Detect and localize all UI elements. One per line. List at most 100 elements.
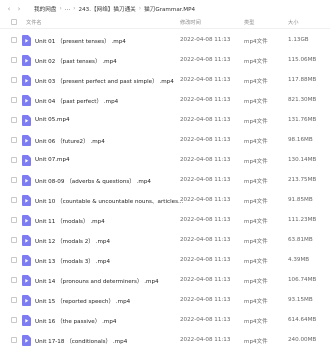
row-checkbox[interactable] [11,257,17,263]
file-type: mp4文件 [244,179,268,185]
file-list-header: 文件名 修改时间 类型 大小 [0,17,330,29]
file-row[interactable]: Unit 07.mp4 2022-04-08 11:13 mp4文件 130.14MB [0,151,330,171]
row-checkbox[interactable] [11,177,17,183]
video-file-icon [22,175,31,186]
file-row[interactable]: Unit 16 （the passive） .mp4 2022-04-08 11:… [0,311,330,331]
file-row[interactable]: Unit 08-09 （adverbs & questions） .mp4 202… [0,171,330,191]
file-modified-date: 2022-04-08 11:13 [180,157,231,163]
file-size: 93.15MB [288,297,313,303]
file-name[interactable]: Unit 16 （the passive） .mp4 [35,317,116,325]
chevron-left-icon[interactable]: ‹ [4,3,14,15]
file-size: 130.14MB [288,157,317,163]
file-type: mp4文件 [244,239,268,245]
file-row[interactable]: Unit 15 （reported speech） .mp4 2022-04-08… [0,291,330,311]
file-size: 821.30MB [288,97,317,103]
file-row[interactable]: Unit 01 （present tenses） .mp4 2022-04-08 … [0,31,330,51]
file-modified-date: 2022-04-08 11:13 [180,117,231,123]
file-modified-date: 2022-04-08 11:13 [180,217,231,223]
video-file-icon [22,315,31,326]
file-name[interactable]: Unit 01 （present tenses） .mp4 [35,37,126,45]
file-row[interactable]: Unit 06 （future2） .mp4 2022-04-08 11:13 mp… [0,131,330,151]
file-type: mp4文件 [244,39,268,45]
file-name[interactable]: Unit 02 （past tenses） .mp4 [35,57,117,65]
breadcrumb-item[interactable]: 我的网盘 [34,5,56,13]
file-size: 131.76MB [288,117,317,123]
column-header-type[interactable]: 类型 [244,19,254,26]
breadcrumb-separator: › [138,5,142,12]
file-name[interactable]: Unit 07.mp4 [35,157,70,163]
column-header-date[interactable]: 修改时间 [180,19,201,26]
breadcrumb-item[interactable]: ... [65,6,70,12]
video-file-icon [22,155,31,166]
select-all-checkbox[interactable] [11,19,17,25]
chevron-right-icon[interactable]: › [14,3,24,15]
file-modified-date: 2022-04-08 11:13 [180,37,231,43]
column-header-size[interactable]: 大小 [288,19,298,26]
file-row[interactable]: Unit 04 （past perfect） .mp4 2022-04-08 11… [0,91,330,111]
column-header-name[interactable]: 文件名 [26,19,42,26]
video-file-icon [22,195,31,206]
breadcrumb-current: 猫刀Grammar.MP4 [144,6,196,13]
file-size: 115.06MB [288,57,317,63]
file-row[interactable]: Unit 10 （countable & uncountable nouns、a… [0,191,330,211]
file-name[interactable]: Unit 12 （modals 2） .mp4 [35,237,110,245]
file-row[interactable]: Unit 14 （pronouns and determiners） .mp4 2… [0,271,330,291]
row-checkbox[interactable] [11,297,17,303]
row-checkbox[interactable] [11,157,17,163]
file-name[interactable]: Unit 17-18 （conditionals） .mp4 [35,337,127,345]
file-name[interactable]: Unit 14 （pronouns and determiners） .mp4 [35,277,159,285]
file-name[interactable]: Unit 11 （modals） .mp4 [35,217,105,225]
file-name[interactable]: Unit 08-09 （adverbs & questions） .mp4 [35,177,151,185]
breadcrumb-bar: ‹ › 我的网盘 › ... › 243.【网络】猫刀通关 › 猫刀Gramma… [0,0,330,17]
file-row[interactable]: Unit 05.mp4 2022-04-08 11:13 mp4文件 131.76MB [0,111,330,131]
file-modified-date: 2022-04-08 11:13 [180,237,231,243]
file-modified-date: 2022-04-08 11:13 [180,177,231,183]
file-modified-date: 2022-04-08 11:13 [180,337,231,343]
row-checkbox[interactable] [11,317,17,323]
file-row[interactable]: Unit 12 （modals 2） .mp4 2022-04-08 11:13 m… [0,231,330,251]
video-file-icon [22,75,31,86]
row-checkbox[interactable] [11,77,17,83]
file-row[interactable]: Unit 02 （past tenses） .mp4 2022-04-08 11:… [0,51,330,71]
file-row[interactable]: Unit 11 （modals） .mp4 2022-04-08 11:13 mp4… [0,211,330,231]
row-checkbox[interactable] [11,197,17,203]
row-checkbox[interactable] [11,277,17,283]
file-name[interactable]: Unit 10 （countable & uncountable nouns、a… [35,197,183,205]
file-type: mp4文件 [244,319,268,325]
file-type: mp4文件 [244,99,268,105]
file-type: mp4文件 [244,59,268,65]
file-row[interactable]: Unit 03 （present perfect and past simple… [0,71,330,91]
file-type: mp4文件 [244,259,268,265]
video-file-icon [22,275,31,286]
row-checkbox[interactable] [11,237,17,243]
row-checkbox[interactable] [11,57,17,63]
row-checkbox[interactable] [11,337,17,343]
breadcrumb-item[interactable]: 243.【网络】猫刀通关 [79,5,136,13]
row-checkbox[interactable] [11,117,17,123]
file-modified-date: 2022-04-08 11:13 [180,97,231,103]
file-name[interactable]: Unit 05.mp4 [35,117,70,123]
file-row[interactable]: Unit 17-18 （conditionals） .mp4 2022-04-08… [0,331,330,351]
file-name[interactable]: Unit 15 （reported speech） .mp4 [35,297,130,305]
file-size: 240.00MB [288,337,317,343]
breadcrumb-separator: › [59,5,62,12]
file-name[interactable]: Unit 03 （present perfect and past simple… [35,77,174,85]
file-row[interactable]: Unit 13 （modals 3） .mp4 2022-04-08 11:13 m… [0,251,330,271]
file-type: mp4文件 [244,339,268,345]
file-modified-date: 2022-04-08 11:13 [180,197,231,203]
file-type: mp4文件 [244,299,268,305]
file-size: 111.23MB [288,217,317,223]
file-name[interactable]: Unit 04 （past perfect） .mp4 [35,97,118,105]
video-file-icon [22,135,31,146]
row-checkbox[interactable] [11,137,17,143]
row-checkbox[interactable] [11,97,17,103]
file-size: 1.13GB [288,37,309,43]
row-checkbox[interactable] [11,217,17,223]
file-name[interactable]: Unit 06 （future2） .mp4 [35,137,105,145]
file-size: 91.85MB [288,197,313,203]
row-checkbox[interactable] [11,37,17,43]
file-name[interactable]: Unit 13 （modals 3） .mp4 [35,257,110,265]
file-type: mp4文件 [244,199,268,205]
file-type: mp4文件 [244,139,268,145]
file-size: 106.74MB [288,277,317,283]
